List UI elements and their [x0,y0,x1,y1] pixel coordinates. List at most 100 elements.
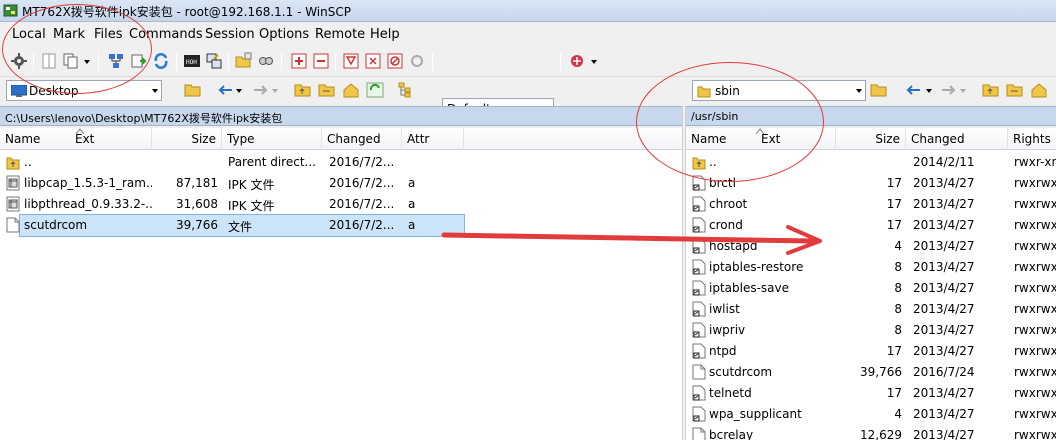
chevron-down-icon [856,89,862,93]
link-file-icon [692,280,706,296]
file-changed: 2013/4/27 [913,323,975,337]
folder-up-icon [6,157,20,170]
link-file-icon [692,196,706,212]
file-name: libpcap_1.5.3-1_ram... [24,176,152,190]
back-arrow-icon[interactable] [906,84,922,96]
table-row[interactable]: iptables-restore 8 2013/4/27 rwxrwx [686,257,1056,278]
clear-selection-icon[interactable] [386,52,404,70]
chevron-down-icon[interactable] [272,89,278,93]
select-plus-icon[interactable] [290,52,308,70]
tree-view-icon[interactable] [398,82,414,98]
table-row[interactable]: chroot 17 2013/4/27 rwxrwx [686,194,1056,215]
local-path: C:\Users\lenovo\Desktop\MT762X拨号软件ipk安装包 [5,112,283,125]
table-row[interactable]: .. Parent direct... 2016/7/2... [0,152,682,173]
col-changed[interactable]: Changed [906,128,1008,150]
file-name: scutdrcom [24,218,88,232]
main-toolbar: HOH Default [0,47,1056,119]
file-size: 17 [886,176,902,190]
table-row[interactable]: iptables-save 8 2013/4/27 rwxrwx [686,278,1056,299]
table-row[interactable]: iwlist 8 2013/4/27 rwxrwx [686,299,1056,320]
link-file-icon [692,322,706,338]
col-type[interactable]: Type [222,128,322,150]
file-rights: rwxrwx [1014,428,1056,440]
file-rights: rwxr-xr [1014,155,1056,169]
refresh-icon[interactable] [408,52,426,70]
file-icon [692,364,706,380]
root-dir-icon[interactable] [318,82,336,98]
open-folder-icon[interactable] [184,82,202,98]
table-row[interactable]: telnetd 17 2013/4/27 rwxrwx [686,383,1056,404]
col-attr[interactable]: Attr [402,128,464,150]
home-icon[interactable] [342,82,360,98]
forward-arrow-icon[interactable] [252,84,268,96]
parent-dir-icon[interactable] [982,82,1000,98]
find-files-icon[interactable] [257,52,275,70]
file-name: .. [24,155,32,169]
chevron-down-icon[interactable] [236,89,242,93]
invert-selection-icon[interactable] [364,52,382,70]
file-size: 8 [894,302,902,316]
file-size: 4 [894,407,902,421]
file-rights: rwxrwx [1014,344,1056,358]
table-row[interactable]: wpa_supplicant 4 2013/4/27 rwxrwx [686,404,1056,425]
table-row[interactable]: scutdrcom 39,766 2016/7/24 rwxrwx [686,362,1056,383]
file-size: 17 [886,218,902,232]
file-changed: 2013/4/27 [913,218,975,232]
table-row[interactable]: libpcap_1.5.3-1_ram... 87,181 IPK 文件 2016/7… [0,173,682,194]
col-size[interactable]: Size [836,128,906,150]
table-row[interactable]: ntpd 17 2013/4/27 rwxrwx [686,341,1056,362]
file-changed: 2014/2/11 [913,155,975,169]
select-minus-icon[interactable] [312,52,330,70]
file-changed: 2013/4/27 [913,407,975,421]
parent-dir-icon[interactable] [294,82,312,98]
chevron-down-icon[interactable] [960,89,966,93]
menu-help[interactable]: Help [370,27,400,42]
link-file-icon [692,259,706,275]
title-bar: MT762X拨号软件ipk安装包 - root@192.168.1.1 - Wi… [0,0,1056,22]
table-row[interactable]: iwpriv 8 2013/4/27 rwxrwx [686,320,1056,341]
chevron-down-icon[interactable] [591,60,597,64]
file-rights: rwxrwx [1014,386,1056,400]
table-row[interactable]: bcrelay 12,629 2013/4/27 rwxrwx [686,425,1056,440]
col-rights[interactable]: Rights [1008,128,1056,150]
open-folder-icon[interactable] [870,82,888,98]
chevron-down-icon[interactable] [926,89,932,93]
menu-remote[interactable]: Remote [315,27,365,42]
col-size[interactable]: Size [152,128,222,150]
back-arrow-icon[interactable] [218,84,234,96]
refresh-icon[interactable] [366,82,384,98]
filter-icon[interactable] [342,52,360,70]
file-name: iptables-restore [709,260,804,274]
putty-icon[interactable] [205,52,223,70]
file-name: wpa_supplicant [709,407,802,421]
file-name: ntpd [709,344,737,358]
file-changed: 2013/4/27 [913,197,975,211]
file-name: iwlist [709,302,740,316]
menu-options[interactable]: Options [259,27,309,42]
preferences-icon[interactable] [568,52,586,70]
file-rights: rwxrwx [1014,218,1056,232]
home-icon[interactable] [1030,82,1048,98]
annotation-arrow-icon [441,225,822,255]
file-changed: 2013/4/27 [913,281,975,295]
col-changed[interactable]: Changed [322,128,402,150]
file-size: 17 [886,386,902,400]
forward-arrow-icon[interactable] [940,84,956,96]
file-changed: 2016/7/2... [329,176,395,190]
chevron-down-icon [152,89,158,93]
file-changed: 2013/4/27 [913,344,975,358]
link-file-icon [692,301,706,317]
file-changed: 2016/7/24 [913,365,975,379]
sync-icon[interactable] [152,52,170,70]
local-column-header: Name Ext Size Type Changed Attr [0,128,682,150]
file-changed: 2013/4/27 [913,239,975,253]
menu-session[interactable]: Session [205,27,255,42]
console-icon[interactable]: HOH [183,52,201,70]
table-row[interactable]: libpthread_0.9.33.2-... 31,608 IPK 文件 2016/… [0,194,682,215]
new-folder-icon[interactable] [235,52,253,70]
annotation-circle [636,62,824,182]
root-dir-icon[interactable] [1006,82,1024,98]
file-changed: 2016/7/2... [329,155,395,169]
menu-bar: Local Mark Files Commands Session Option… [0,22,1056,46]
local-file-panel: Name Ext Size Type Changed Attr .. Parent… [0,128,682,440]
